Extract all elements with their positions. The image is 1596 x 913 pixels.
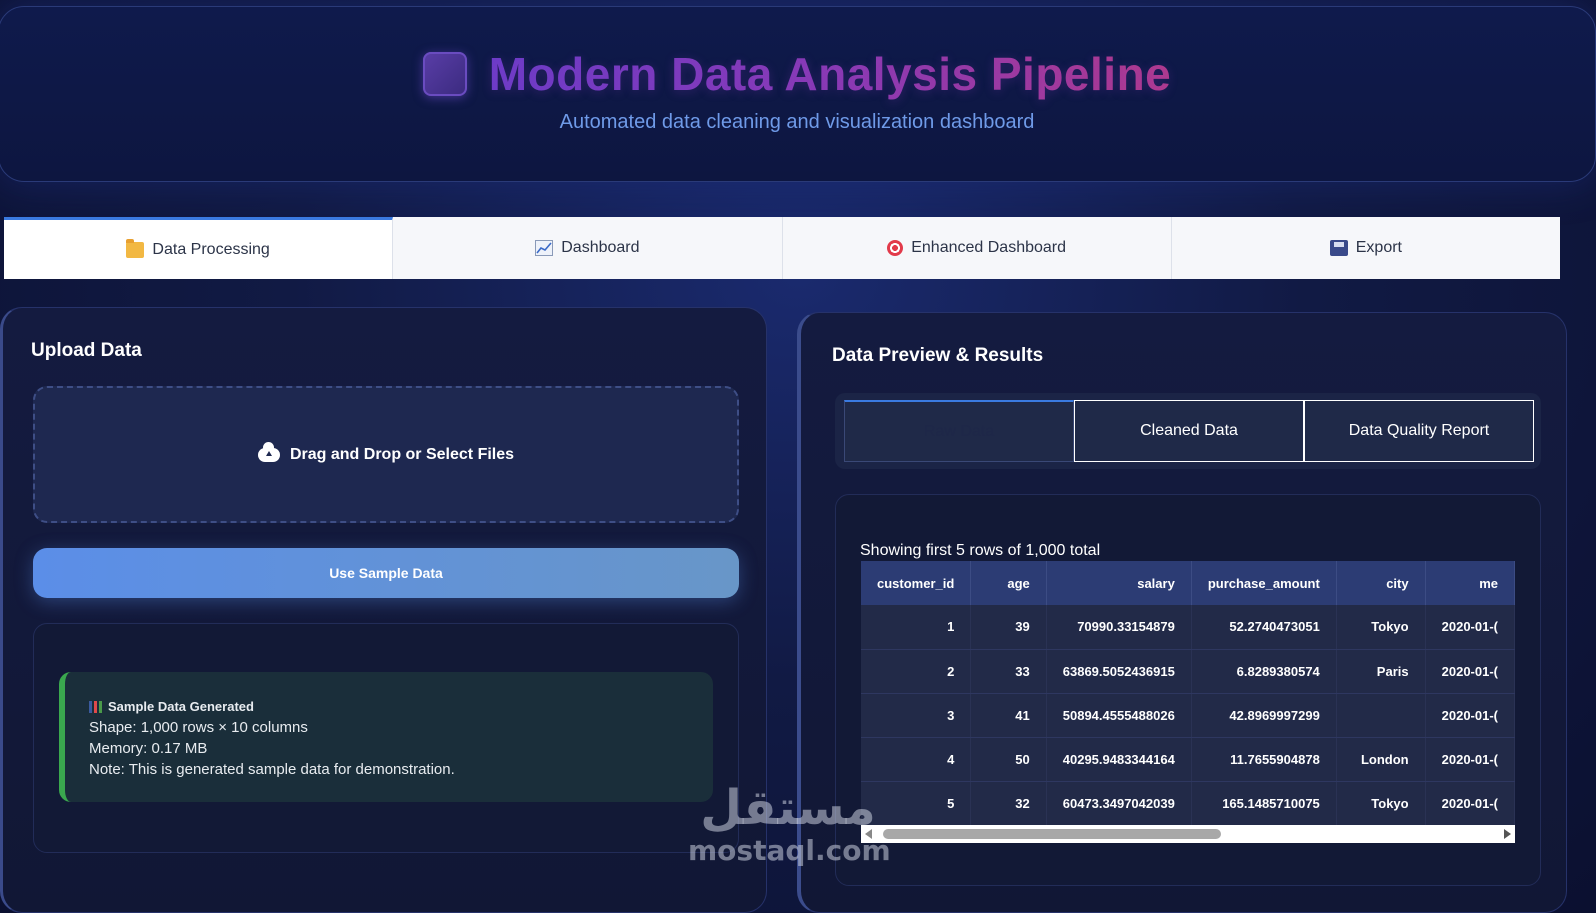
alert-title-row: Sample Data Generated	[89, 696, 713, 717]
table-row: 2 33 63869.5052436915 6.8289380574 Paris…	[861, 649, 1515, 694]
tab-label: Dashboard	[561, 239, 640, 256]
table-row: 1 39 70990.33154879 52.2740473051 Tokyo …	[861, 605, 1515, 650]
tab-label: Data Processing	[152, 240, 270, 258]
table-cell: 50894.4555488026	[1046, 693, 1192, 738]
table-cell: 2020-01-(	[1425, 693, 1515, 738]
table-cell: 32	[970, 781, 1047, 825]
mostaql-watermark: مستقل mostaql.com	[688, 780, 891, 867]
tab-enhanced-dashboard[interactable]: Enhanced Dashboard	[782, 217, 1172, 279]
table-row: 5 32 60473.3497042039 165.1485710075 Tok…	[861, 781, 1515, 825]
table-cell: 2020-01-(	[1425, 649, 1515, 694]
chart-icon	[535, 240, 554, 256]
column-header[interactable]: city	[1336, 561, 1426, 605]
table-cell: 4	[861, 737, 972, 782]
table-cell: 50	[970, 737, 1047, 782]
watermark-latin: mostaql.com	[688, 834, 891, 867]
table-cell: 2020-01-(	[1425, 605, 1515, 650]
table-cell: 2	[861, 649, 972, 694]
folder-icon	[126, 238, 145, 258]
column-header[interactable]: customer_id	[861, 561, 972, 605]
page-subtitle: Automated data cleaning and visualizatio…	[559, 111, 1035, 133]
table-cell: Tokyo	[1336, 781, 1426, 825]
floppy-disk-icon	[1329, 240, 1348, 256]
table-cell: 33	[970, 649, 1047, 694]
column-header[interactable]: salary	[1046, 561, 1192, 605]
table-cell: Paris	[1336, 649, 1426, 694]
table-cell: 6.8289380574	[1191, 649, 1337, 694]
table-cell: 2020-01-(	[1425, 781, 1515, 825]
preview-caption: Showing first 5 rows of 1,000 total	[860, 542, 1101, 559]
preview-title: Data Preview & Results	[832, 345, 1044, 366]
purple-square-icon	[422, 52, 467, 96]
column-header[interactable]: age	[970, 561, 1047, 605]
table-cell: 41	[970, 693, 1047, 738]
table-cell: 39	[970, 605, 1047, 650]
subtab-data-quality-report[interactable]: Data Quality Report	[1304, 400, 1534, 462]
table-cell: 52.2740473051	[1191, 605, 1337, 650]
tab-label: Enhanced Dashboard	[911, 239, 1067, 256]
subtab-cleaned-data[interactable]: Cleaned Data	[1074, 400, 1304, 462]
upload-title: Upload Data	[31, 340, 142, 361]
watermark-arabic: مستقل	[700, 780, 876, 836]
tab-dashboard[interactable]: Dashboard	[393, 217, 783, 279]
table-cell: 165.1485710075	[1191, 781, 1337, 825]
table-header-row: customer_id age salary purchase_amount c…	[861, 561, 1515, 605]
horizontal-scrollbar[interactable]	[861, 825, 1515, 843]
table-row: 3 41 50894.4555488026 42.8969997299 2020…	[861, 693, 1515, 738]
bar-chart-icon	[89, 700, 102, 713]
data-table: customer_id age salary purchase_amount c…	[861, 561, 1515, 825]
use-sample-data-button[interactable]: Use Sample Data	[33, 548, 739, 598]
upload-panel: Upload Data Drag and Drop or Select File…	[0, 307, 767, 913]
column-header[interactable]: me	[1425, 561, 1515, 605]
table-cell	[1336, 693, 1426, 738]
preview-subtabs: Raw Data Cleaned Data Data Quality Repor…	[835, 393, 1541, 469]
data-table-wrapper[interactable]: customer_id age salary purchase_amount c…	[861, 561, 1515, 825]
page-title: Modern Data Analysis Pipeline	[488, 48, 1172, 100]
table-cell: 40295.9483344164	[1046, 737, 1192, 782]
table-cell: 60473.3497042039	[1046, 781, 1192, 825]
dropzone-label: Drag and Drop or Select Files	[289, 445, 515, 463]
file-dropzone[interactable]: Drag and Drop or Select Files	[33, 386, 739, 523]
scroll-right-arrow-icon[interactable]	[1504, 829, 1511, 839]
table-row: 4 50 40295.9483344164 11.7655904878 Lond…	[861, 737, 1515, 782]
table-cell: 11.7655904878	[1191, 737, 1337, 782]
scrollbar-thumb[interactable]	[883, 829, 1221, 839]
alert-memory: Memory: 0.17 MB	[89, 740, 208, 757]
table-cell: 2020-01-(	[1425, 737, 1515, 782]
table-cell: 3	[861, 693, 972, 738]
tab-export[interactable]: Export	[1171, 217, 1560, 279]
subtab-raw-data[interactable]: Raw Data	[844, 400, 1074, 462]
table-cell: Tokyo	[1336, 605, 1426, 650]
upload-result-box: Sample Data Generated Shape: 1,000 rows …	[33, 623, 739, 853]
main-tabs: Data Processing Dashboard Enhanced Dashb…	[4, 217, 1560, 279]
alert-title: Sample Data Generated	[108, 699, 254, 714]
header-title-row: Modern Data Analysis Pipeline	[0, 47, 1595, 101]
alert-shape: Shape: 1,000 rows × 10 columns	[89, 719, 308, 736]
app-header: Modern Data Analysis Pipeline Automated …	[0, 6, 1596, 182]
table-cell: London	[1336, 737, 1426, 782]
table-cell: 70990.33154879	[1046, 605, 1192, 650]
tab-data-processing[interactable]: Data Processing	[4, 217, 394, 279]
cloud-upload-icon	[257, 441, 280, 462]
tab-label: Export	[1355, 239, 1402, 256]
column-header[interactable]: purchase_amount	[1191, 561, 1337, 605]
preview-panel: Data Preview & Results Raw Data Cleaned …	[797, 312, 1567, 913]
table-cell: 42.8969997299	[1191, 693, 1337, 738]
sample-data-alert: Sample Data Generated Shape: 1,000 rows …	[59, 672, 713, 802]
data-preview-box: Showing first 5 rows of 1,000 total cust…	[835, 494, 1541, 886]
table-cell: 63869.5052436915	[1046, 649, 1192, 694]
target-icon	[887, 240, 904, 256]
table-cell: 1	[861, 605, 972, 650]
alert-note: Note: This is generated sample data for …	[89, 761, 455, 778]
